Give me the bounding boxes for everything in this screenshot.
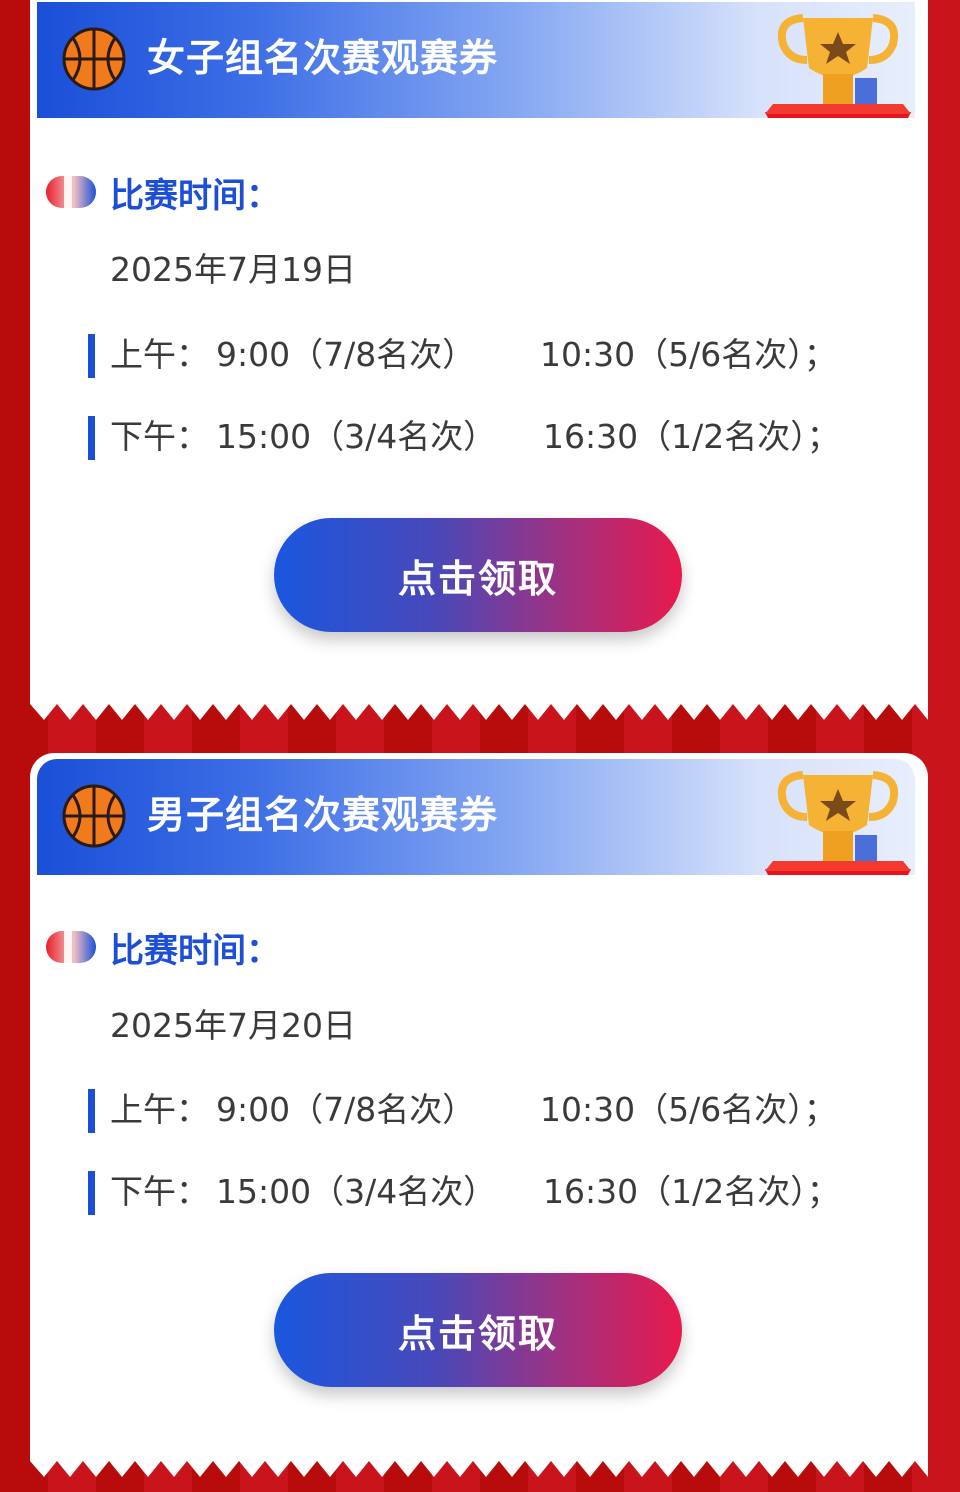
pill-icon — [46, 176, 96, 208]
time-slot: 10:30（5/6名次）； — [540, 335, 837, 374]
time-slot: 15:00（3/4名次） — [216, 417, 497, 456]
time-slot: 9:00（7/8名次） — [216, 1090, 476, 1129]
time-slot: 9:00（7/8名次） — [216, 335, 476, 374]
ticket-title: 女子组名次赛观赛券 — [147, 36, 499, 80]
match-time-label: 比赛时间： — [44, 168, 280, 216]
ticket-header: 女子组名次赛观赛券 — [37, 2, 915, 118]
morning-schedule: 上午： 9:00（7/8名次） 10:30（5/6名次）； — [88, 1085, 908, 1135]
section-title: 比赛时间： — [110, 175, 280, 216]
time-slot: 15:00（3/4名次） — [216, 1172, 497, 1211]
trophy-icon — [765, 771, 911, 875]
period-label: 上午： — [110, 335, 209, 374]
period-label: 下午： — [110, 1172, 209, 1211]
match-date: 2025年7月19日 — [110, 250, 356, 289]
ticket-header: 男子组名次赛观赛券 — [37, 759, 915, 875]
period-label: 上午： — [110, 1090, 209, 1129]
morning-schedule: 上午： 9:00（7/8名次） 10:30（5/6名次）； — [88, 330, 908, 380]
basketball-icon — [62, 784, 126, 848]
ticket-women: 女子组名次赛观赛券 比赛时间： 2025年7月19日 上午： 9:00（7/8名… — [30, 0, 928, 720]
match-date: 2025年7月20日 — [110, 1006, 356, 1045]
ticket-title: 男子组名次赛观赛券 — [147, 793, 499, 837]
ticket-edge — [30, 1457, 928, 1477]
section-title: 比赛时间： — [110, 930, 280, 971]
accent-bar — [88, 334, 95, 378]
time-slot: 16:30（1/2名次）； — [543, 1172, 840, 1211]
period-label: 下午： — [110, 417, 209, 456]
time-slot: 10:30（5/6名次）； — [540, 1090, 837, 1129]
accent-bar — [88, 416, 95, 460]
claim-button[interactable]: 点击领取 — [274, 1273, 682, 1387]
afternoon-schedule: 下午： 15:00（3/4名次） 16:30（1/2名次）； — [88, 1167, 908, 1217]
ticket-edge — [30, 700, 928, 720]
afternoon-schedule: 下午： 15:00（3/4名次） 16:30（1/2名次）； — [88, 412, 908, 462]
claim-button[interactable]: 点击领取 — [274, 518, 682, 632]
ticket-men: 男子组名次赛观赛券 比赛时间： 2025年7月20日 上午： 9:00（7/8名… — [30, 753, 928, 1477]
pill-icon — [46, 931, 96, 963]
time-slot: 16:30（1/2名次）； — [543, 417, 840, 456]
basketball-icon — [62, 27, 126, 91]
trophy-icon — [765, 14, 911, 118]
accent-bar — [88, 1089, 95, 1133]
match-time-label: 比赛时间： — [44, 923, 280, 971]
accent-bar — [88, 1171, 95, 1215]
